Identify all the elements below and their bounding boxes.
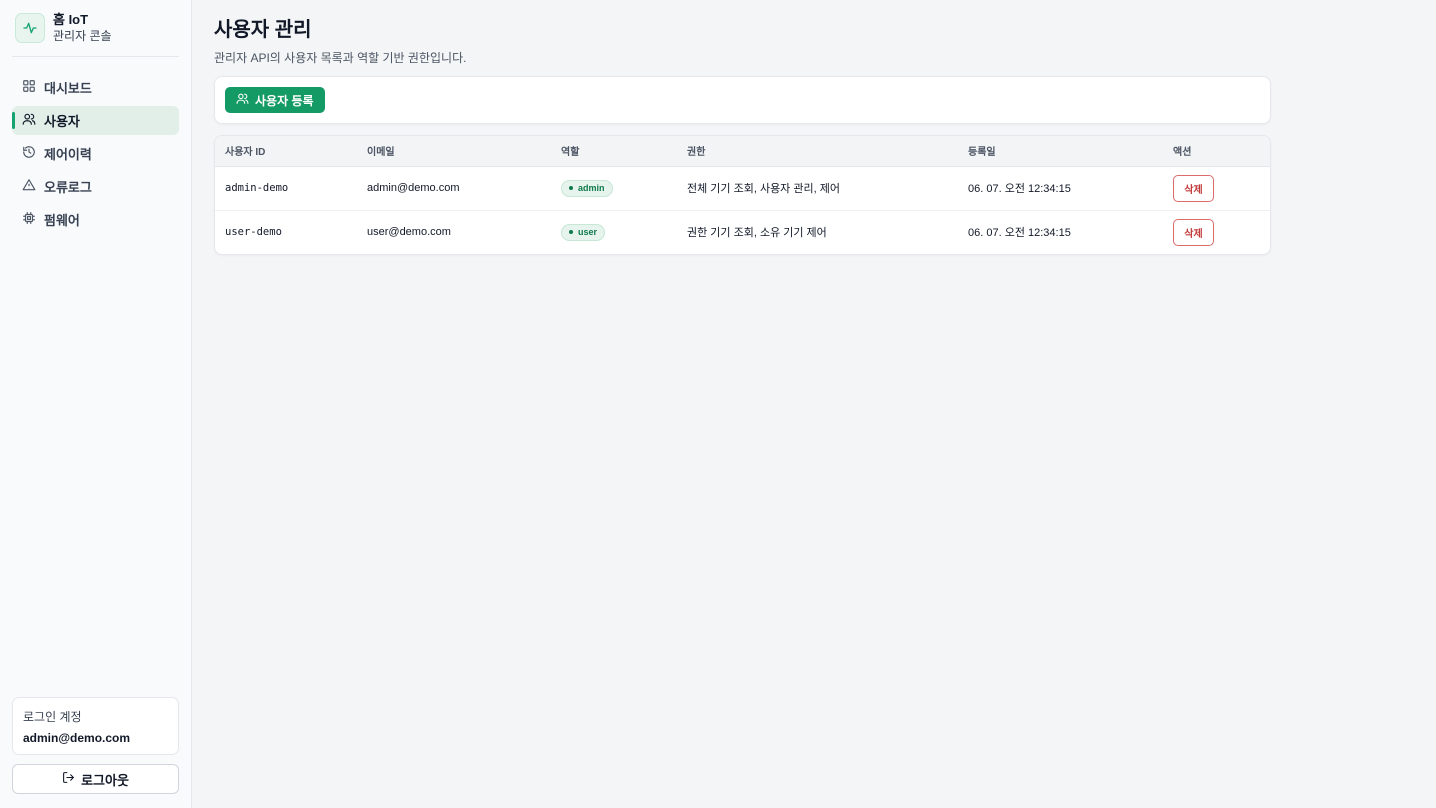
grid-icon: [22, 79, 36, 96]
logout-label: 로그아웃: [81, 772, 129, 788]
action-cell: 삭제: [1163, 210, 1270, 254]
account-label: 로그인 계정: [23, 710, 82, 724]
permissions-cell: 전체 기기 조회, 사용자 관리, 제어: [677, 166, 958, 211]
app-root: 홈 IoT 관리자 콘솔 대시보드 사용자 제어이력 오류로그 펌웨어 로그인 …: [0, 0, 1436, 808]
column-header-action: 액션: [1163, 136, 1270, 167]
sidebar-item-label: 오류로그: [44, 180, 92, 195]
logout-icon: [62, 771, 75, 787]
delete-button[interactable]: 삭제: [1173, 218, 1214, 246]
toolbar: 사용자 등록: [214, 76, 1271, 124]
sidebar-item-label: 대시보드: [44, 81, 92, 96]
user-id-cell: user-demo: [225, 226, 282, 239]
role-cell: admin: [551, 166, 677, 211]
activity-icon: [15, 13, 45, 43]
delete-button[interactable]: 삭제: [1173, 174, 1214, 202]
column-header-role: 역할: [551, 136, 677, 167]
sidebar-item-control-history[interactable]: 제어이력: [12, 139, 179, 168]
table-row: admin-demo admin@demo.com admin 전체 기기 조회…: [215, 166, 1270, 211]
permissions-cell: 권한 기기 조회, 소유 기기 제어: [687, 227, 827, 240]
created-cell: 06. 07. 오전 12:34:15: [968, 227, 1071, 240]
users-table: 사용자 ID 이메일 역할 권한 등록일 액션 admin-demo admin…: [215, 136, 1270, 254]
sidebar-item-label: 펌웨어: [44, 213, 80, 228]
history-icon: [22, 145, 36, 162]
users-icon: [22, 112, 36, 129]
role-cell: user: [551, 210, 677, 254]
column-header-user-id: 사용자 ID: [215, 136, 357, 167]
warning-icon: [22, 178, 36, 195]
action-cell: 삭제: [1163, 166, 1270, 211]
sidebar-item-label: 사용자: [44, 114, 80, 129]
page-description: 관리자 API의 사용자 목록과 역할 기반 권한입니다.: [214, 51, 467, 65]
account-card: 로그인 계정 admin@demo.com: [12, 697, 179, 755]
sidebar: 홈 IoT 관리자 콘솔 대시보드 사용자 제어이력 오류로그 펌웨어 로그인 …: [0, 0, 192, 808]
sidebar-item-users[interactable]: 사용자: [12, 106, 179, 135]
sidebar-item-error-logs[interactable]: 오류로그: [12, 172, 179, 201]
email-cell: user@demo.com: [367, 226, 451, 239]
main-content: 사용자 관리 관리자 API의 사용자 목록과 역할 기반 권한입니다. 사용자…: [192, 0, 1436, 808]
register-user-label: 사용자 등록: [255, 93, 314, 108]
table-row: user-demo user@demo.com user 권한 기기 조회, 소…: [215, 210, 1270, 254]
table-header-row: 사용자 ID 이메일 역할 권한 등록일 액션: [215, 136, 1270, 167]
sidebar-item-dashboard[interactable]: 대시보드: [12, 73, 179, 102]
user-add-icon: [236, 92, 249, 108]
page-title: 사용자 관리: [214, 19, 312, 41]
sidebar-item-firmware[interactable]: 펌웨어: [12, 205, 179, 234]
role-dot-icon: [569, 230, 573, 235]
brand: 홈 IoT 관리자 콘솔: [12, 0, 179, 57]
sidebar-nav: 대시보드 사용자 제어이력 오류로그 펌웨어: [12, 73, 179, 234]
column-header-email: 이메일: [357, 136, 551, 167]
logout-button[interactable]: 로그아웃: [12, 764, 179, 794]
email-cell: admin@demo.com: [357, 166, 551, 211]
role-dot-icon: [569, 186, 573, 190]
register-user-button[interactable]: 사용자 등록: [225, 87, 325, 113]
role-badge: admin: [561, 179, 613, 197]
brand-title: 홈 IoT: [53, 12, 89, 27]
column-header-permissions: 권한: [677, 136, 958, 167]
role-badge: user: [561, 223, 606, 241]
brand-subtitle: 관리자 콘솔: [53, 29, 112, 43]
account-email: admin@demo.com: [23, 731, 131, 745]
role-label: admin: [578, 183, 605, 193]
users-table-card: 사용자 ID 이메일 역할 권한 등록일 액션 admin-demo admin…: [214, 135, 1271, 255]
user-id-cell: admin-demo: [215, 166, 357, 211]
created-cell: 06. 07. 오전 12:34:15: [958, 166, 1163, 211]
role-label: user: [578, 227, 598, 238]
chip-icon: [22, 211, 36, 228]
column-header-created: 등록일: [958, 136, 1163, 167]
sidebar-item-label: 제어이력: [44, 147, 92, 162]
